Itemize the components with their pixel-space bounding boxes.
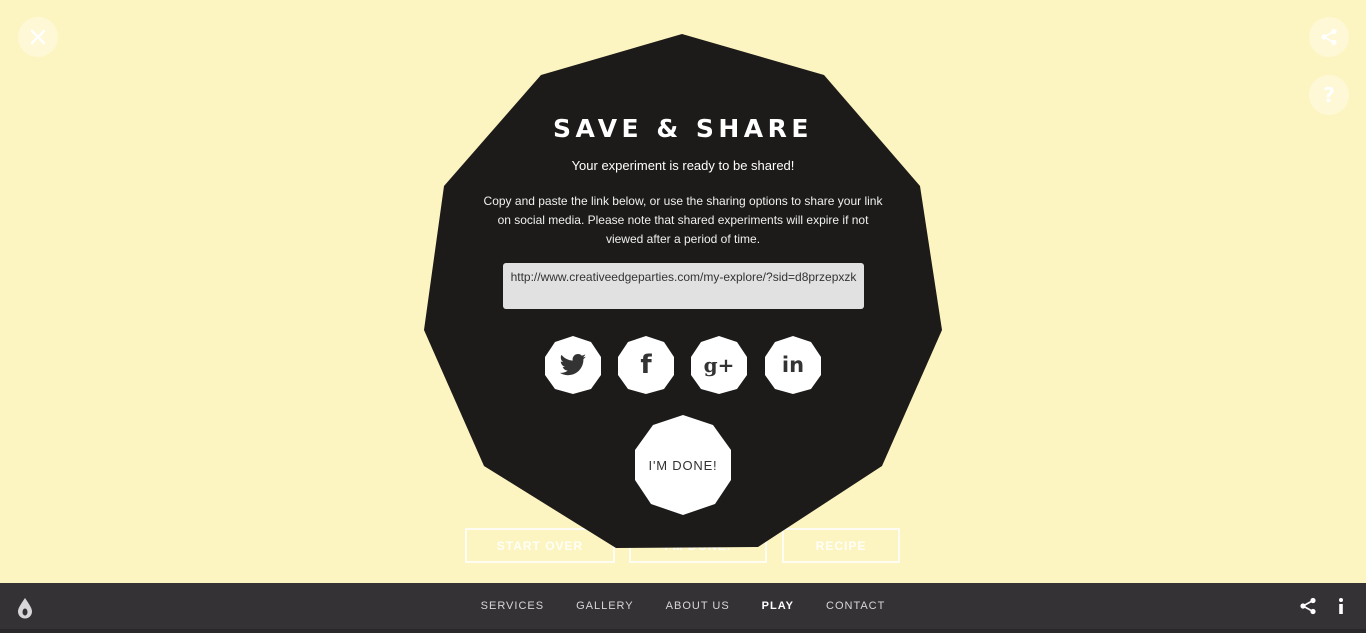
nav-item-contact[interactable]: CONTACT: [826, 600, 885, 612]
google-plus-label: g+: [703, 353, 735, 377]
linkedin-share-button[interactable]: in: [763, 335, 823, 395]
facebook-label: f: [640, 350, 652, 380]
nav-item-about-us[interactable]: ABOUT US: [666, 600, 730, 612]
nav-item-services[interactable]: SERVICES: [481, 600, 544, 612]
google-plus-share-button[interactable]: g+: [689, 335, 749, 395]
linkedin-icon: in: [763, 335, 823, 395]
modal-description: Copy and paste the link below, or use th…: [483, 194, 883, 246]
modal-title: SAVE & SHARE: [553, 114, 813, 143]
nav-item-play[interactable]: PLAY: [762, 600, 794, 612]
twitter-icon: [543, 335, 603, 395]
bottom-nav-bar: SERVICES GALLERY ABOUT US PLAY CONTACT: [0, 583, 1366, 633]
close-button[interactable]: [18, 17, 58, 57]
save-share-modal: SAVE & SHARE Your experiment is ready to…: [423, 34, 943, 549]
close-icon: [30, 29, 46, 45]
nav-item-gallery[interactable]: GALLERY: [576, 600, 634, 612]
share-icon: [1321, 28, 1337, 46]
share-icon[interactable]: [1299, 597, 1317, 615]
twitter-share-button[interactable]: [543, 335, 603, 395]
help-button[interactable]: ?: [1309, 75, 1349, 115]
google-plus-icon: g+: [689, 335, 749, 395]
im-done-button[interactable]: I'M DONE!: [632, 414, 734, 516]
share-link-field[interactable]: http://www.creativeedgeparties.com/my-ex…: [503, 263, 864, 309]
help-label: ?: [1323, 83, 1335, 107]
more-vertical-icon[interactable]: [1336, 597, 1346, 615]
share-button[interactable]: [1309, 17, 1349, 57]
main-nav: SERVICES GALLERY ABOUT US PLAY CONTACT: [0, 583, 1366, 629]
im-done-label: I'M DONE!: [648, 457, 718, 473]
facebook-share-button[interactable]: f: [616, 335, 676, 395]
facebook-icon: f: [616, 335, 676, 395]
linkedin-label: in: [781, 353, 805, 377]
modal-subtitle: Your experiment is ready to be shared!: [571, 158, 795, 173]
